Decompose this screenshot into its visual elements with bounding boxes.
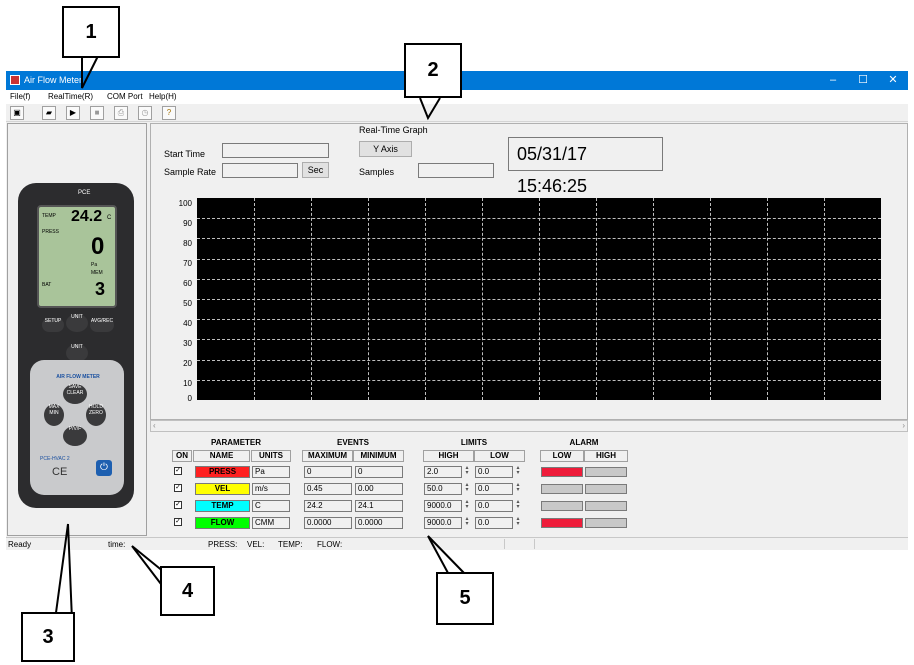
callout-3: 3 <box>21 612 75 662</box>
callout-1: 1 <box>62 6 120 58</box>
callout-leader-lines <box>54 55 465 621</box>
callout-2: 2 <box>404 43 462 98</box>
callout-4: 4 <box>160 566 215 616</box>
callout-5: 5 <box>436 572 494 625</box>
